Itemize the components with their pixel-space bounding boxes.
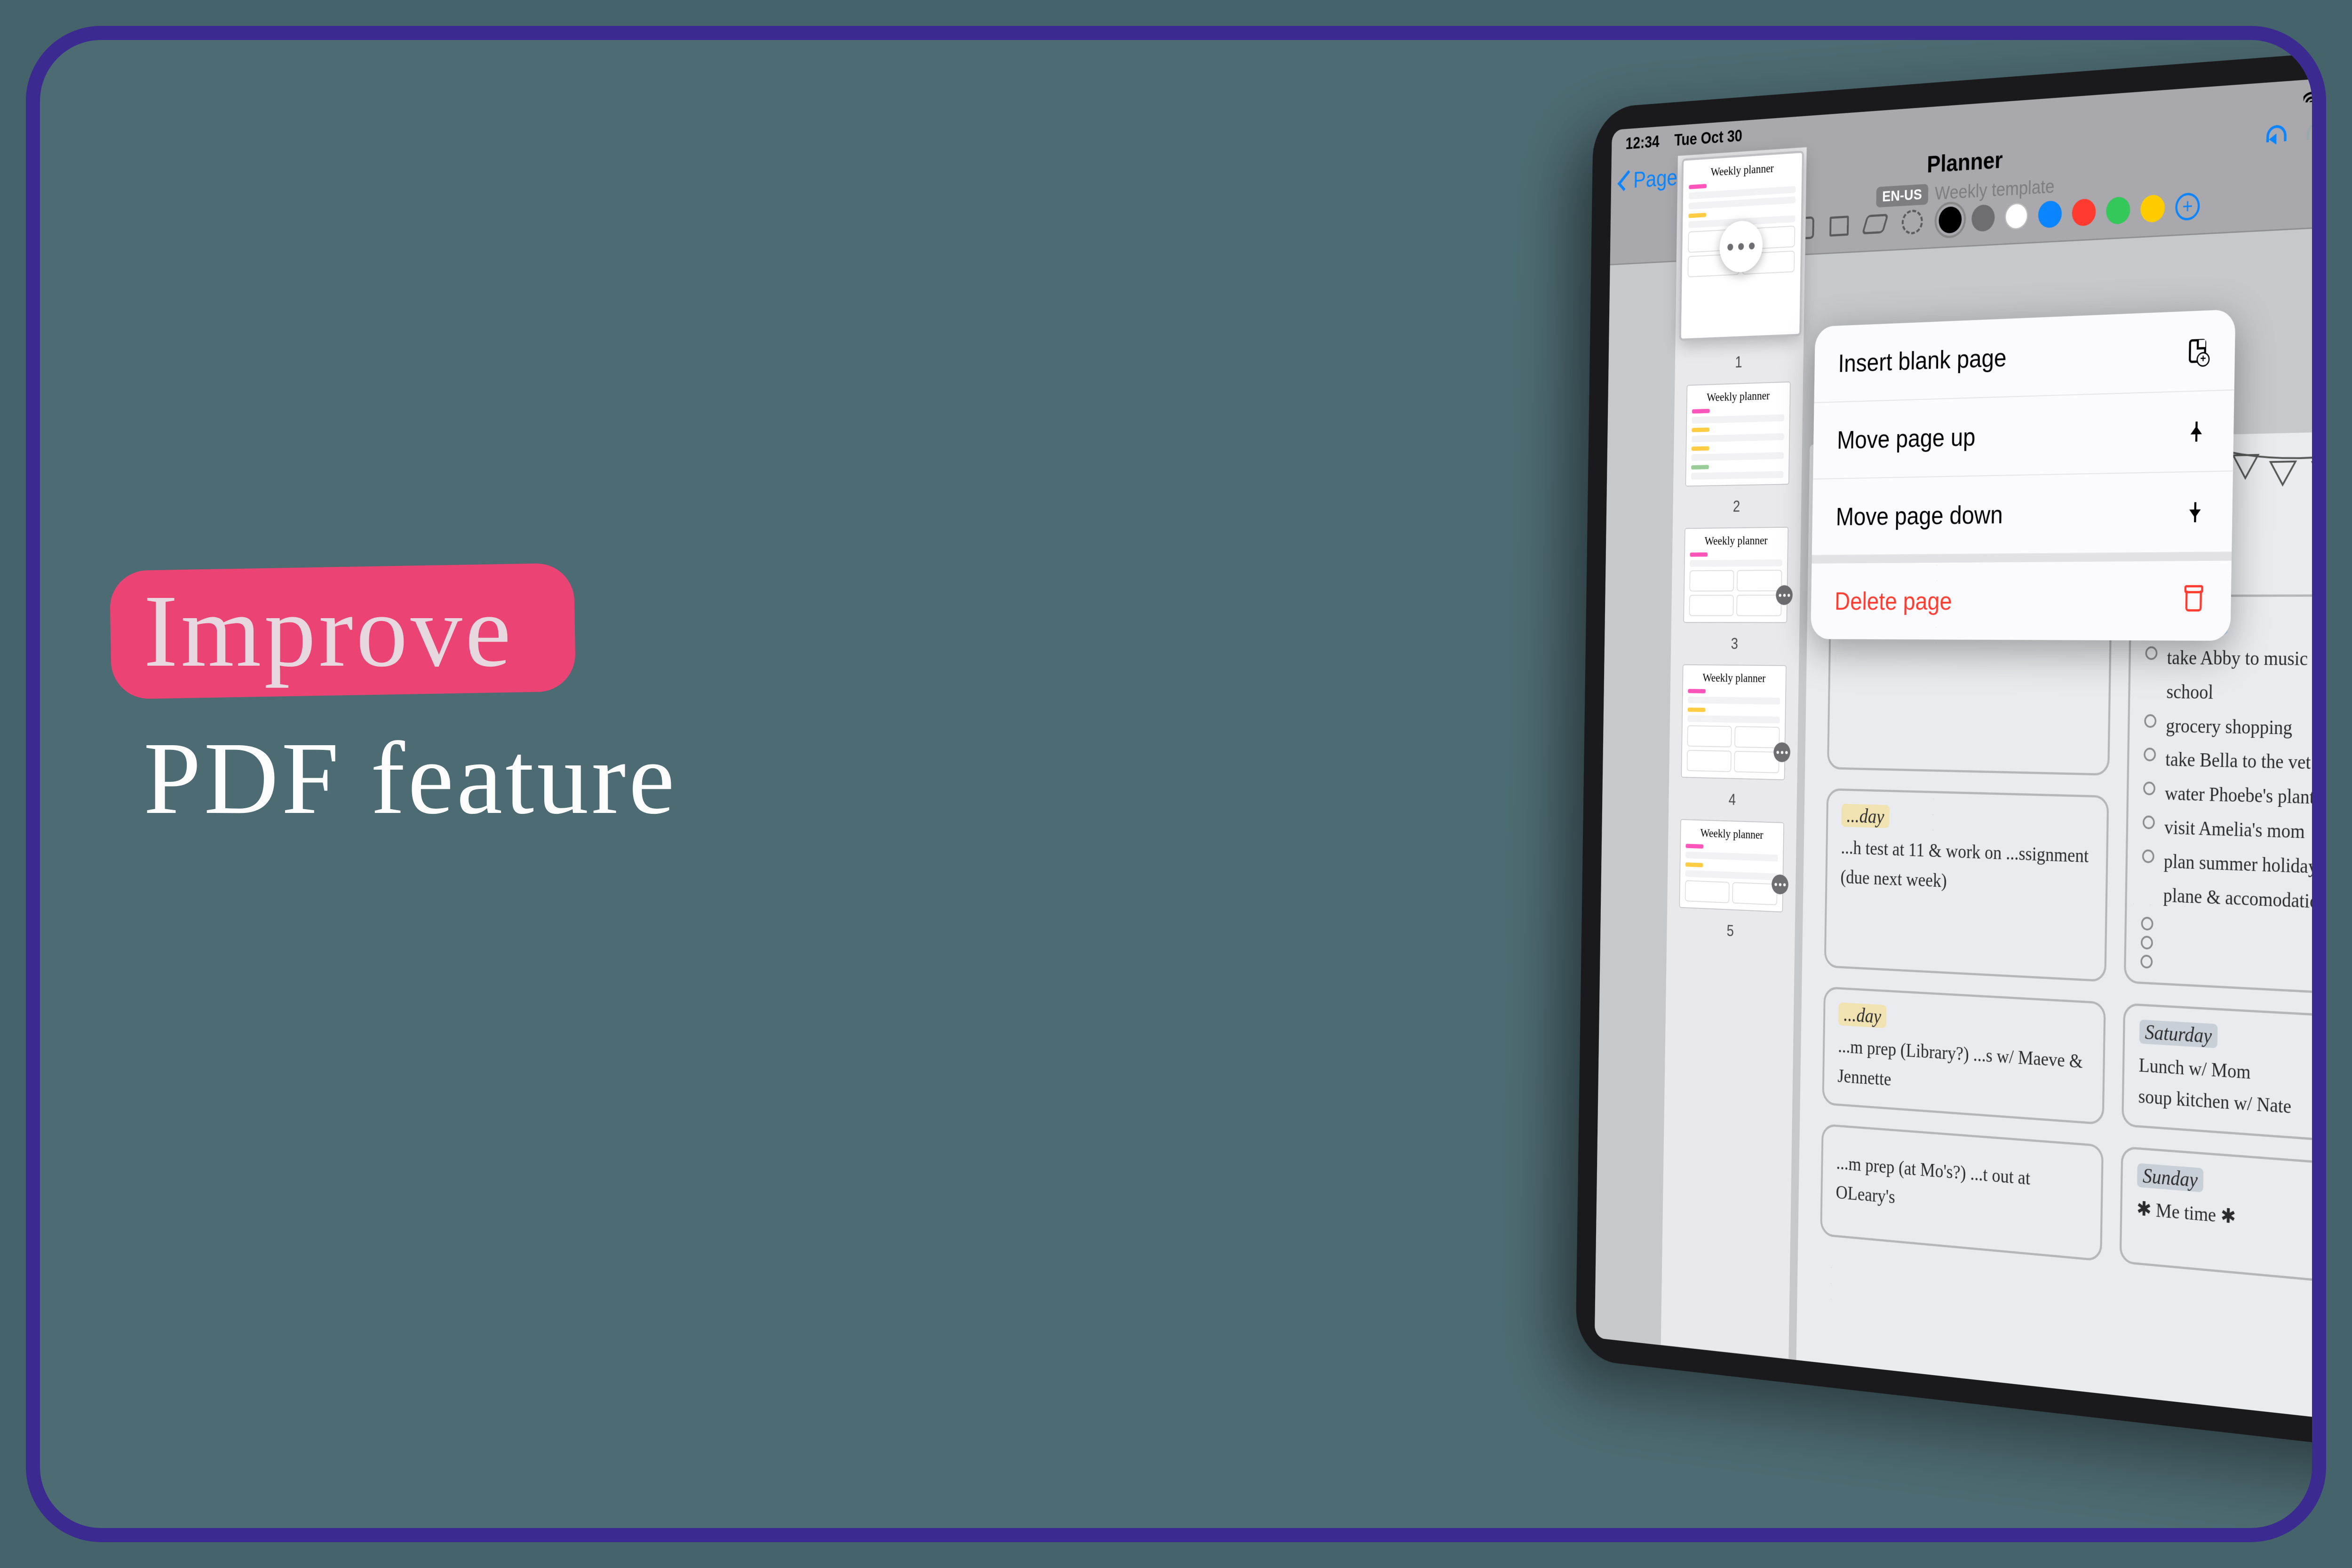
arrow-down-icon bbox=[2184, 500, 2206, 525]
thumb-options-icon[interactable] bbox=[1772, 874, 1788, 894]
thumb-5[interactable]: Weekly planner bbox=[1679, 819, 1784, 912]
thumb-2[interactable]: Weekly planner bbox=[1685, 382, 1791, 486]
pen-tool-icon[interactable] bbox=[1829, 215, 1849, 237]
day-cell-sunday: Sunday ✱ Me time ✱ bbox=[2119, 1146, 2326, 1285]
ipad-mockup: 12:34 Tue Oct 30 100% Pages bbox=[1575, 44, 2326, 1455]
headline-line2: PDF feature bbox=[143, 719, 677, 838]
swatch-green[interactable] bbox=[2106, 196, 2130, 224]
day-cell-tuesday: ...day ...h test at 11 & work on ...ssig… bbox=[1824, 788, 2109, 982]
eraser-icon[interactable] bbox=[1861, 214, 1889, 234]
day-cell-wednesday: ...day ...m prep (Library?) ...s w/ Maev… bbox=[1822, 987, 2106, 1125]
thumb-options-icon[interactable] bbox=[1773, 742, 1790, 763]
thumb-4[interactable]: Weekly planner bbox=[1681, 664, 1787, 780]
swatch-grey[interactable] bbox=[1971, 204, 1995, 232]
menu-delete-page[interactable]: Delete page bbox=[1811, 552, 2232, 641]
wifi-icon bbox=[2303, 89, 2319, 103]
status-time: 12:34 bbox=[1625, 133, 1660, 153]
promo-card: Improve PDF feature 12:34 Tue Oct 30 100… bbox=[26, 26, 2326, 1542]
swatch-yellow[interactable] bbox=[2140, 194, 2165, 223]
thumb-options-icon[interactable] bbox=[1776, 585, 1793, 605]
page-number: 4 bbox=[1729, 791, 1736, 809]
menu-move-down[interactable]: Move page down bbox=[1812, 471, 2233, 556]
todo-cell: To-do list take Abby to music school gro… bbox=[2123, 594, 2326, 996]
color-swatches: + bbox=[1939, 192, 2200, 234]
day-cell-thursday: ...m prep (at Mo's?) ...t out at OLeary'… bbox=[1820, 1123, 2103, 1261]
lasso-icon[interactable] bbox=[1901, 209, 1923, 235]
page-context-menu: Insert blank page Move page up Move page… bbox=[1811, 309, 2235, 641]
file-plus-icon bbox=[2186, 338, 2209, 363]
headline: Improve PDF feature bbox=[143, 572, 677, 838]
swatch-white[interactable] bbox=[2004, 202, 2028, 230]
page-footer-title: Weekly planner bbox=[1891, 1425, 2155, 1426]
status-date: Tue Oct 30 bbox=[1674, 127, 1742, 149]
page-number: 1 bbox=[1735, 353, 1742, 372]
swatch-red[interactable] bbox=[2072, 198, 2096, 226]
page-number: 2 bbox=[1733, 497, 1740, 515]
swatch-black[interactable] bbox=[1939, 206, 1962, 234]
day-cell-saturday: Saturday Lunch w/ Mom soup kitchen w/ Na… bbox=[2122, 1003, 2326, 1144]
trash-icon bbox=[2182, 589, 2205, 613]
page-number: 3 bbox=[1731, 635, 1738, 653]
page-number: 5 bbox=[1726, 922, 1734, 940]
undo-icon[interactable] bbox=[2266, 125, 2287, 143]
add-color-icon[interactable]: + bbox=[2175, 192, 2200, 221]
headline-line1: Improve bbox=[143, 573, 514, 688]
selected-thumb-popout[interactable]: Weekly planner bbox=[1679, 151, 1804, 341]
thumb-3[interactable]: Weekly planner bbox=[1683, 527, 1788, 623]
chevron-left-icon bbox=[1618, 170, 1635, 191]
swatch-blue[interactable] bbox=[2038, 200, 2062, 229]
redo-icon[interactable] bbox=[2306, 122, 2326, 140]
menu-move-up[interactable]: Move page up bbox=[1813, 390, 2234, 479]
arrow-up-icon bbox=[2185, 419, 2208, 444]
todo-list: take Abby to music school grocery shoppi… bbox=[2140, 641, 2326, 979]
